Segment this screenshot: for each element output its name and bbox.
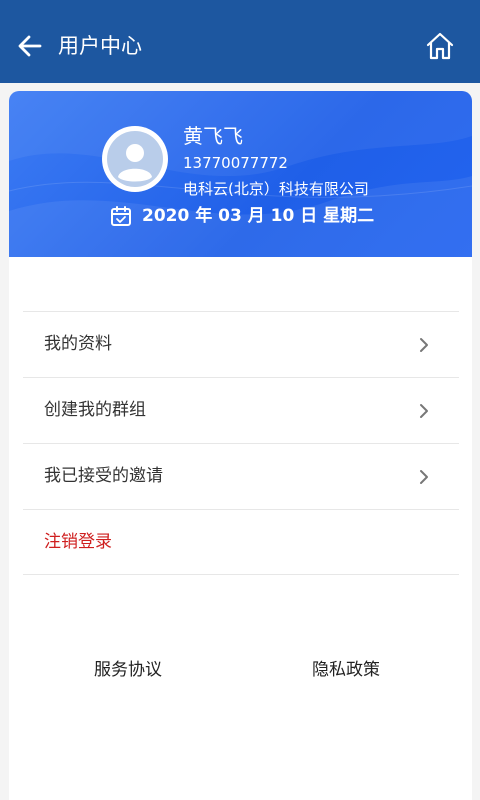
menu-item-create-group[interactable]: 创建我的群组 (23, 377, 459, 443)
menu-item-label: 我的资料 (44, 334, 112, 354)
user-phone: 13770077772 (183, 154, 288, 172)
privacy-policy-link[interactable]: 隐私政策 (312, 658, 380, 682)
user-company: 电科云(北京）科技有限公司 (183, 180, 369, 198)
home-icon (426, 32, 454, 60)
logout-button[interactable]: 注销登录 (23, 509, 459, 575)
chevron-right-icon (420, 470, 428, 484)
user-avatar-icon (107, 131, 163, 187)
page-title: 用户中心 (58, 34, 142, 58)
content-sheet: 黄飞飞 13770077772 电科云(北京）科技有限公司 2020 年 03 … (9, 91, 472, 800)
user-name: 黄飞飞 (183, 124, 243, 148)
avatar[interactable] (102, 126, 168, 192)
top-app-bar: 用户中心 (0, 8, 480, 83)
menu-item-label: 创建我的群组 (44, 400, 146, 420)
menu-item-my-profile[interactable]: 我的资料 (23, 311, 459, 377)
current-date: 2020 年 03 月 10 日 星期二 (142, 206, 375, 226)
profile-card: 黄飞飞 13770077772 电科云(北京）科技有限公司 2020 年 03 … (9, 91, 472, 257)
back-button[interactable] (14, 30, 46, 62)
card-wave-decoration (9, 91, 472, 257)
service-agreement-link[interactable]: 服务协议 (94, 658, 162, 682)
chevron-right-icon (420, 338, 428, 352)
calendar-icon (111, 206, 131, 226)
arrow-left-icon (18, 35, 42, 57)
logout-label: 注销登录 (44, 532, 112, 552)
settings-menu: 我的资料 创建我的群组 我已接受的邀请 注销登录 (23, 311, 459, 575)
page-body: 黄飞飞 13770077772 电科云(北京）科技有限公司 2020 年 03 … (0, 83, 480, 800)
menu-item-label: 我已接受的邀请 (44, 466, 163, 486)
status-bar (0, 0, 480, 8)
menu-item-accepted-invitations[interactable]: 我已接受的邀请 (23, 443, 459, 509)
chevron-right-icon (420, 404, 428, 418)
home-button[interactable] (424, 30, 456, 62)
